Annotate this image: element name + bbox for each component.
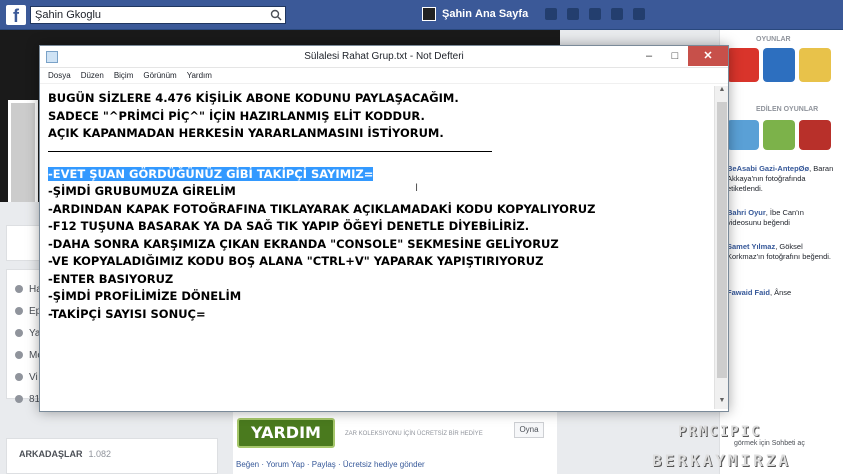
help-button[interactable]: YARDIM ET [237, 418, 335, 468]
watermark-top: PRMCIPIC [678, 424, 762, 440]
text-line: -VE KOPYALADIĞIMIZ KODU BOŞ ALANA "CTRL+… [48, 254, 544, 268]
search-icon[interactable] [270, 9, 282, 21]
game-tile-icon[interactable] [763, 120, 795, 150]
close-button[interactable]: ✕ [688, 46, 728, 66]
menu-bar: Dosya Düzen Biçim Görünüm Yardım [40, 68, 728, 84]
menu-edit[interactable]: Düzen [81, 71, 104, 80]
ad-text: ZAR KOLEKSIYONU İÇİN ÜCRETSİZ BİR HEDİYE [345, 431, 483, 437]
notifications-icon[interactable] [589, 8, 601, 20]
location-icon [15, 351, 23, 359]
text-line: SADECE "^PRİMCİ PİÇ^" İÇİN HAZIRLANMIŞ E… [48, 108, 425, 123]
ad-action-links[interactable]: Beğen · Yorum Yap · Paylaş · Ücretsiz he… [236, 460, 425, 469]
text-line: BUGÜN SİZLERE 4.476 KİŞİLİK ABONE KODUNU… [48, 91, 459, 105]
notepad-title-bar[interactable]: Sülalesi Rahat Grup.txt - Not Defteri – … [40, 46, 728, 68]
search-input[interactable]: Şahin Gkoglu [30, 6, 286, 24]
window-title: Sülalesi Rahat Grup.txt - Not Defteri [304, 51, 464, 62]
user-name: Şahin [442, 8, 472, 20]
home-icon [15, 329, 23, 337]
messages-icon[interactable] [567, 8, 579, 20]
menu-format[interactable]: Biçim [114, 71, 134, 80]
game-tile-icon[interactable] [799, 48, 831, 82]
vertical-scrollbar[interactable]: ▲ ▼ [714, 86, 728, 409]
friends-count: 1.082 [88, 449, 112, 459]
ticker-item[interactable]: Samet Yılmaz, Göksel Korkmaz'ın fotoğraf… [727, 242, 837, 262]
text-line: -F12 TUŞUNA BASARAK YA DA SAĞ TIK YAPIP … [48, 219, 530, 233]
friend-requests-icon[interactable] [545, 8, 557, 20]
game-tile-icon[interactable] [727, 48, 759, 82]
heart-icon [15, 373, 23, 381]
menu-help[interactable]: Yardım [187, 71, 212, 80]
work-icon [15, 285, 23, 293]
privacy-icon[interactable] [611, 8, 623, 20]
notepad-window: Sülalesi Rahat Grup.txt - Not Defteri – … [39, 45, 729, 412]
selected-text: -EVET ŞUAN GÖRDÜĞÜNÜZ GİBİ TAKİPÇİ SAYIM… [48, 166, 374, 181]
ticker-item[interactable]: Fawaid Faid, Ânse [727, 288, 837, 298]
scroll-down-icon[interactable]: ▼ [715, 397, 729, 409]
menu-file[interactable]: Dosya [48, 71, 71, 80]
text-line: -TAKİPÇİ SAYISI SONUÇ= [48, 306, 206, 321]
text-line: -ARDINDAN KAPAK FOTOĞRAFINA TIKLAYARAK A… [48, 201, 596, 216]
ticker-item[interactable]: BeAsabi Gazi-AntepØø, Baran Akkaya'nın f… [727, 164, 837, 194]
chat-note[interactable]: görmek için Sohbeti aç [734, 440, 805, 447]
profile-picture[interactable] [8, 100, 38, 202]
text-line: -ŞİMDİ GRUBUMUZA GİRELİM [48, 184, 236, 198]
profile-link[interactable]: Şahin [422, 7, 472, 21]
search-input-value: Şahin Gkoglu [35, 9, 102, 21]
followers-icon [15, 395, 23, 403]
settings-icon[interactable] [633, 8, 645, 20]
play-button[interactable]: Oyna [514, 422, 544, 438]
minimize-button[interactable]: – [636, 46, 662, 66]
text-line: -ENTER BASIYORUZ [48, 271, 174, 286]
text-line: -DAHA SONRA KARŞIMIZA ÇIKAN EKRANDA "CON… [48, 236, 559, 251]
text-line: -ŞİMDİ PROFİLİMİZE DÖNELİM [48, 289, 242, 303]
avatar [422, 7, 436, 21]
text-line: AÇIK KAPANMADAN HERKESİN YARARLANMASINI … [48, 126, 444, 140]
game-tile-icon[interactable] [727, 120, 759, 150]
friends-box[interactable]: ARKADAŞLAR 1.082 [6, 438, 218, 474]
text-editor[interactable]: BUGÜN SİZLERE 4.476 KİŞİLİK ABONE KODUNU… [42, 86, 713, 409]
maximize-button[interactable]: □ [662, 46, 688, 66]
text-cursor-icon: I [415, 182, 419, 194]
scrollbar-thumb[interactable] [717, 102, 727, 378]
facebook-top-bar: f Şahin Gkoglu Şahin Ana Sayfa [0, 0, 843, 30]
game-tile-icon[interactable] [799, 120, 831, 150]
separator-line [48, 150, 492, 152]
friends-header: ARKADAŞLAR [19, 449, 83, 459]
home-link[interactable]: Ana Sayfa [475, 8, 528, 20]
facebook-logo-icon[interactable]: f [6, 5, 26, 26]
ticker-item[interactable]: Bahri Oyur, İbe Can'ın videosunu beğendi [727, 208, 837, 228]
game-tile-icon[interactable] [763, 48, 795, 82]
games-section-title: OYUNLAR [756, 36, 791, 43]
scroll-up-icon[interactable]: ▲ [715, 86, 729, 98]
menu-view[interactable]: Görünüm [143, 71, 176, 80]
education-icon [15, 307, 23, 315]
played-games-section-title: EDİLEN OYUNLAR [756, 106, 819, 113]
watermark-bottom: BERKAYMIRZA [652, 451, 791, 470]
